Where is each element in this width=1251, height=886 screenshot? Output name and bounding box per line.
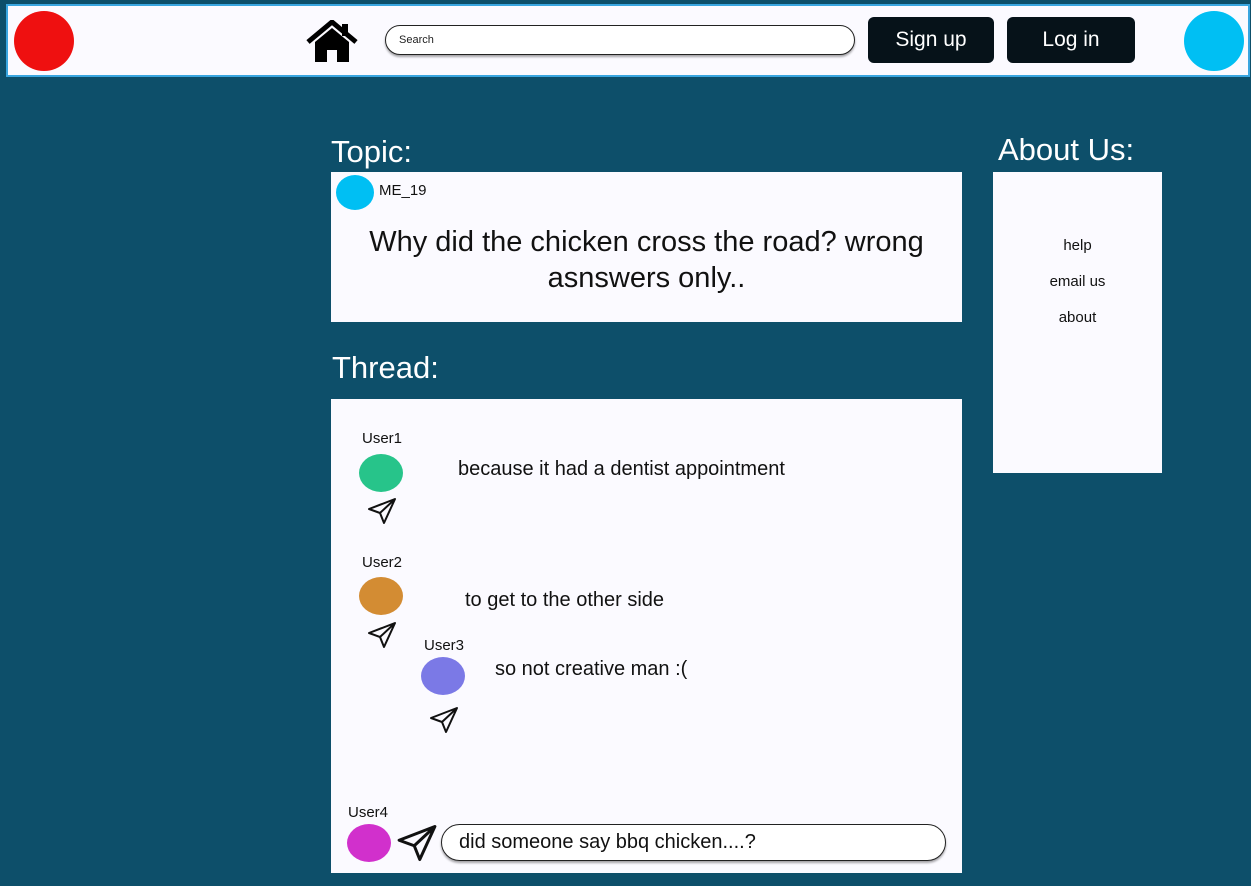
topic-heading: Topic: bbox=[331, 134, 412, 169]
reply-avatar[interactable] bbox=[347, 824, 391, 862]
send-icon[interactable] bbox=[395, 822, 439, 864]
post-avatar[interactable] bbox=[359, 454, 403, 492]
send-icon[interactable] bbox=[366, 620, 398, 650]
user-avatar[interactable] bbox=[1184, 11, 1244, 71]
post-text: to get to the other side bbox=[465, 589, 665, 611]
topic-card: ME_19 Why did the chicken cross the road… bbox=[331, 172, 962, 322]
home-icon[interactable] bbox=[306, 20, 358, 64]
about-link[interactable]: about bbox=[993, 309, 1162, 326]
help-link[interactable]: help bbox=[993, 237, 1162, 254]
post-text: because it had a dentist appointment bbox=[458, 458, 785, 480]
post-username[interactable]: User2 bbox=[362, 554, 402, 571]
thread-card: User1 because it had a dentist appointme… bbox=[331, 399, 962, 873]
thread-heading: Thread: bbox=[332, 350, 439, 385]
about-us-heading: About Us: bbox=[998, 132, 1135, 167]
reply-input[interactable] bbox=[441, 824, 946, 861]
post-avatar[interactable] bbox=[421, 657, 465, 695]
topic-question: Why did the chicken cross the road? wron… bbox=[369, 226, 924, 294]
reply-username[interactable]: User4 bbox=[348, 804, 388, 821]
post-username[interactable]: User1 bbox=[362, 430, 402, 447]
logo-circle[interactable] bbox=[14, 11, 74, 71]
post-avatar[interactable] bbox=[359, 577, 403, 615]
about-us-panel: help email us about bbox=[993, 172, 1162, 473]
post-text: so not creative man :( bbox=[495, 658, 688, 680]
topic-author-name[interactable]: ME_19 bbox=[379, 182, 427, 199]
search-input[interactable] bbox=[385, 25, 855, 55]
topic-author-avatar[interactable] bbox=[336, 175, 374, 210]
top-nav-bar: Sign up Log in bbox=[6, 4, 1250, 77]
send-icon[interactable] bbox=[428, 705, 460, 735]
sign-up-button[interactable]: Sign up bbox=[868, 17, 994, 63]
log-in-button[interactable]: Log in bbox=[1007, 17, 1135, 63]
send-icon[interactable] bbox=[366, 496, 398, 526]
email-us-link[interactable]: email us bbox=[993, 273, 1162, 290]
post-username[interactable]: User3 bbox=[424, 637, 464, 654]
